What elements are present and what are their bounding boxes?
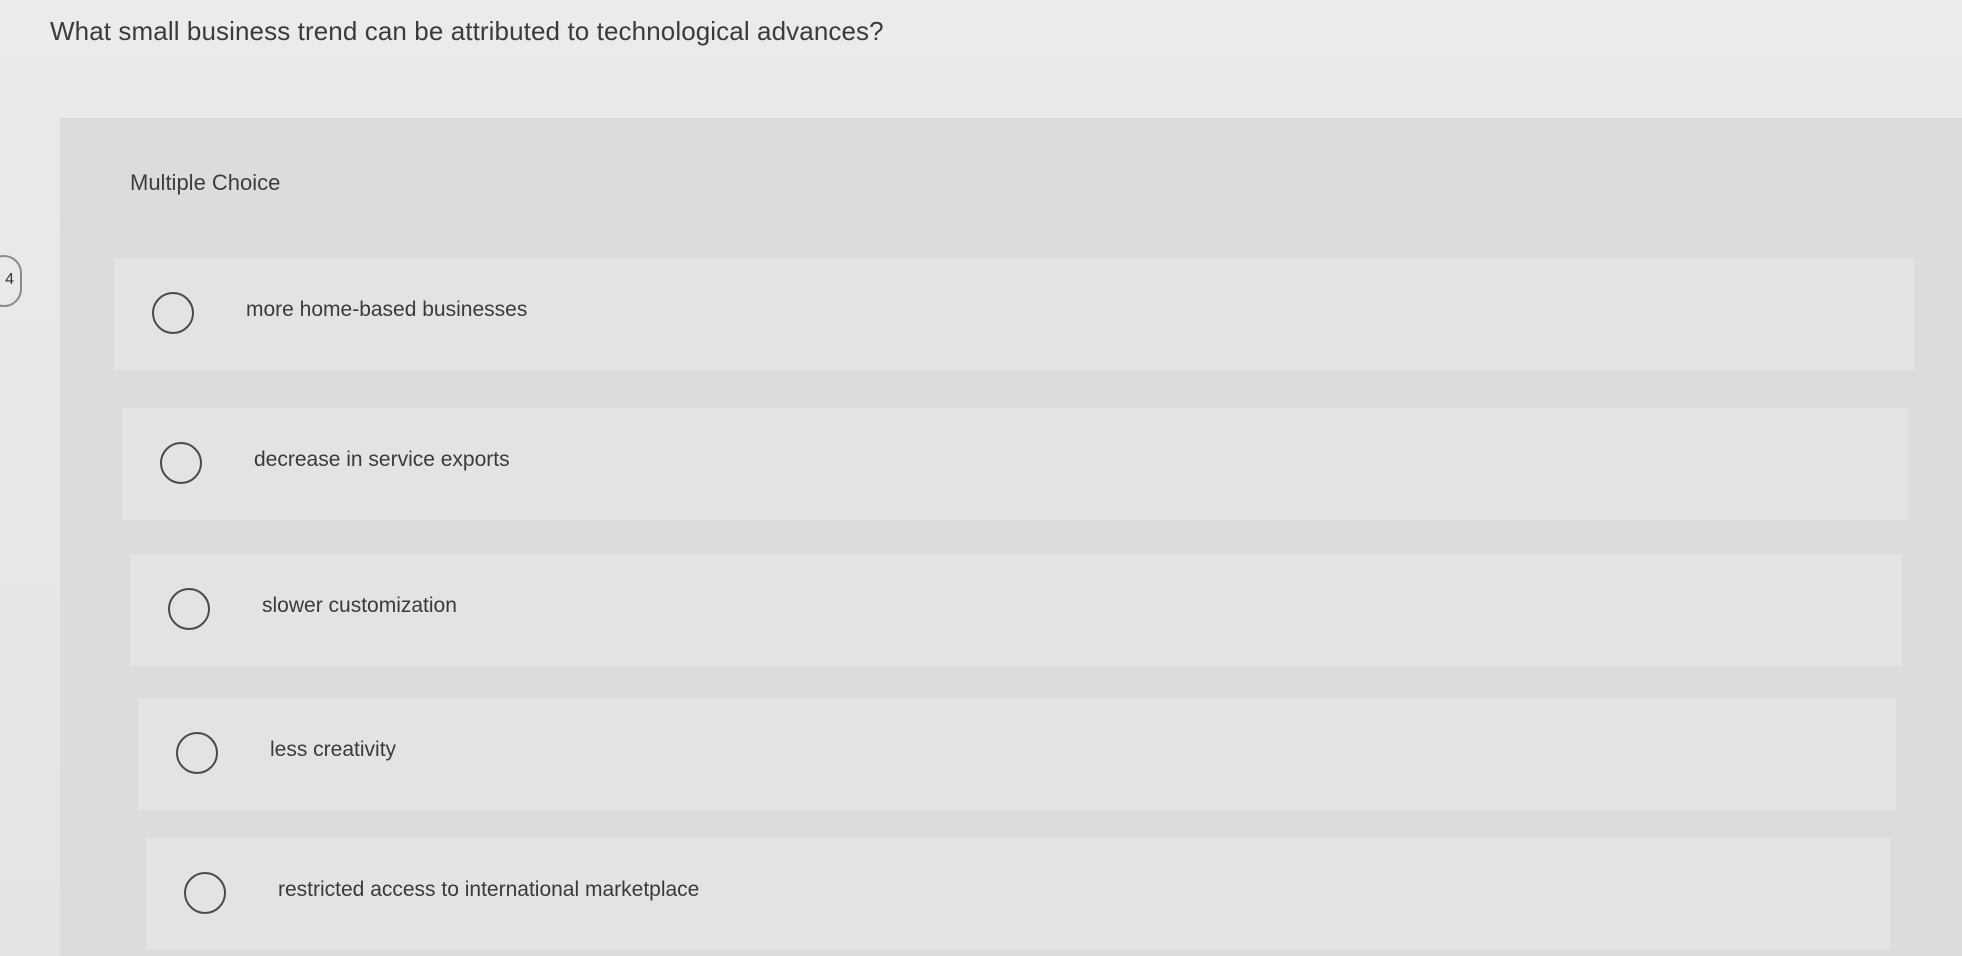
answer-option-label: restricted access to international marke… <box>278 878 700 901</box>
answer-option-label: decrease in service exports <box>254 448 510 471</box>
answer-option-5[interactable]: restricted access to international marke… <box>146 838 1890 950</box>
answer-option-4[interactable]: less creativity <box>138 698 1896 810</box>
answer-option-3[interactable]: slower customization <box>130 554 1902 666</box>
multiple-choice-panel: Multiple Choice more home-based business… <box>60 118 1962 956</box>
answer-option-label: less creativity <box>270 738 397 761</box>
question-number: 4 <box>5 271 14 288</box>
question-text: What small business trend can be attribu… <box>50 16 884 46</box>
radio-button-icon[interactable] <box>176 732 218 774</box>
answer-option-2[interactable]: decrease in service exports <box>122 408 1908 520</box>
question-type-label: Multiple Choice <box>130 170 281 195</box>
radio-button-icon[interactable] <box>152 292 194 334</box>
answer-option-1[interactable]: more home-based businesses <box>114 258 1914 370</box>
question-number-marker[interactable]: 4 <box>0 255 22 307</box>
quiz-page: What small business trend can be attribu… <box>0 0 1962 956</box>
radio-button-icon[interactable] <box>168 588 210 630</box>
radio-button-icon[interactable] <box>184 872 226 914</box>
answer-option-label: more home-based businesses <box>246 298 528 321</box>
answer-option-label: slower customization <box>262 594 457 617</box>
radio-button-icon[interactable] <box>160 442 202 484</box>
